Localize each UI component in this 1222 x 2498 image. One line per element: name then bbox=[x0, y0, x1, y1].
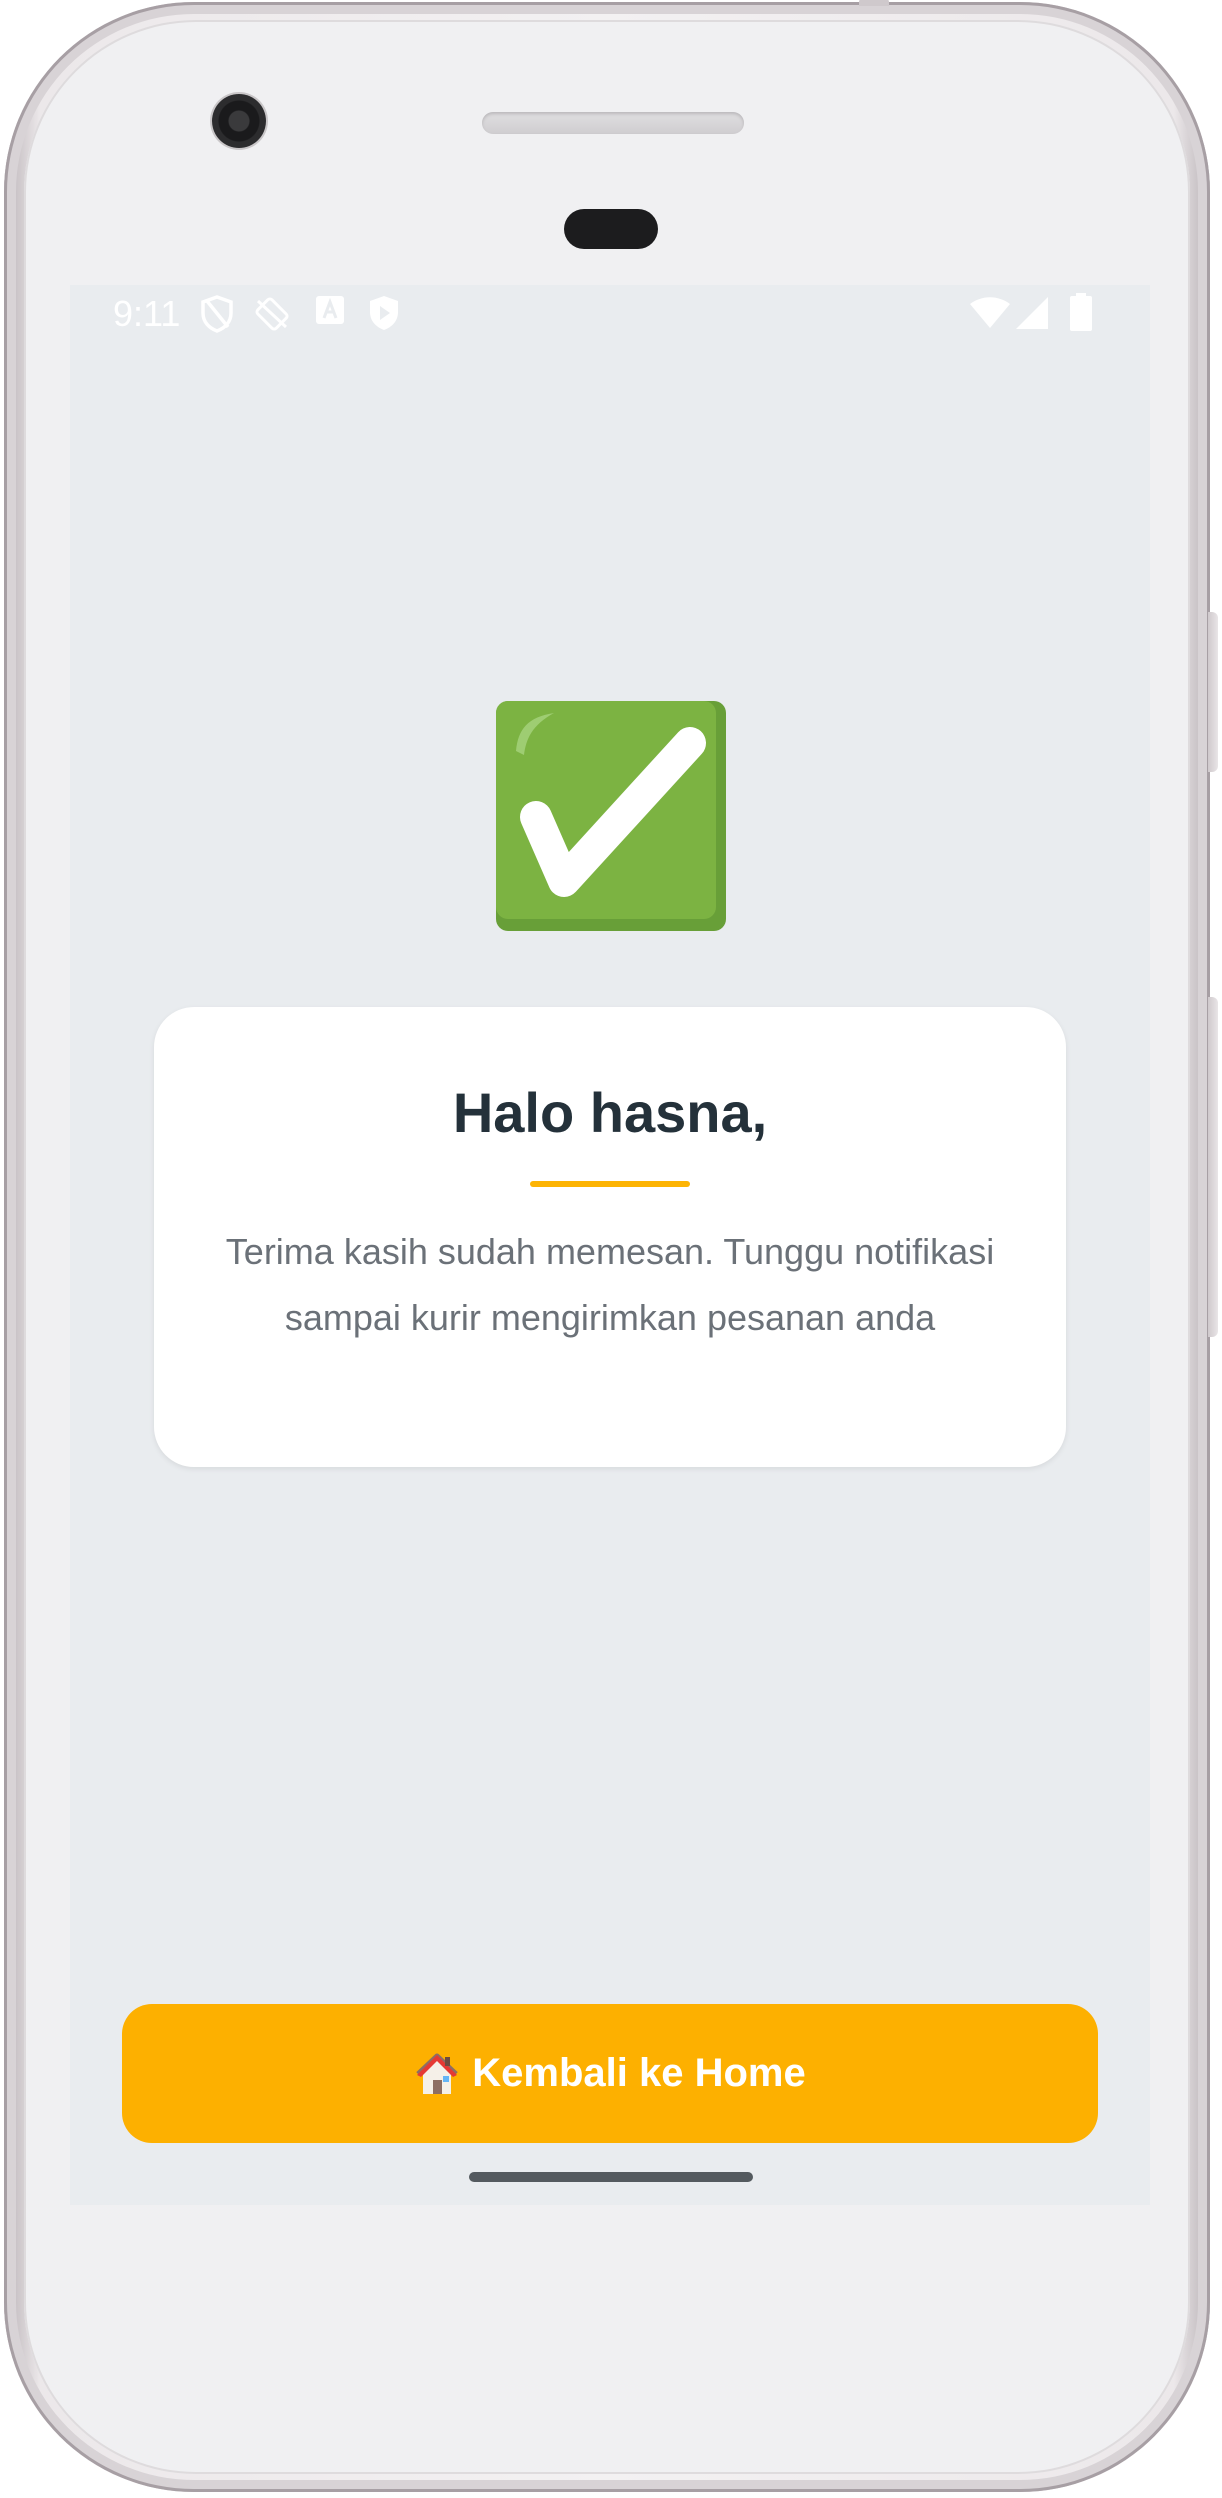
greeting-title: Halo hasna, bbox=[452, 1081, 768, 1144]
volume-button bbox=[1208, 997, 1218, 1337]
check-mark-button-icon bbox=[496, 701, 726, 931]
proximity-sensor bbox=[564, 209, 658, 249]
font-a-icon bbox=[316, 296, 344, 324]
app-screen: 9:11 Halo hasna, Terima kasih sudah meme… bbox=[70, 285, 1150, 2205]
play-protect-icon bbox=[370, 296, 398, 330]
gesture-home-indicator[interactable] bbox=[469, 2172, 753, 2182]
status-time: 9:11 bbox=[113, 293, 181, 334]
confirmation-card: Halo hasna, Terima kasih sudah memesan. … bbox=[154, 1007, 1066, 1467]
power-button bbox=[1208, 612, 1218, 772]
signal-icon bbox=[1016, 297, 1048, 329]
battery-icon bbox=[1070, 293, 1092, 331]
front-camera bbox=[212, 94, 266, 148]
back-to-home-label: Kembali ke Home bbox=[472, 2051, 806, 2095]
status-bar: 9:11 bbox=[70, 285, 1150, 345]
back-to-home-button[interactable]: Kembali ke Home bbox=[122, 2004, 1098, 2143]
shield-icon bbox=[201, 295, 233, 333]
wifi-icon bbox=[970, 297, 1010, 328]
top-edge-button bbox=[859, 0, 889, 6]
order-confirmation-message: Terima kasih sudah memesan. Tunggu notif… bbox=[225, 1231, 995, 1338]
phone-frame: 9:11 Halo hasna, Terima kasih sudah meme… bbox=[4, 0, 1218, 2492]
title-divider bbox=[530, 1181, 690, 1187]
earpiece-speaker bbox=[482, 112, 744, 134]
house-icon bbox=[416, 2053, 458, 2094]
sync-off-icon bbox=[255, 297, 289, 331]
